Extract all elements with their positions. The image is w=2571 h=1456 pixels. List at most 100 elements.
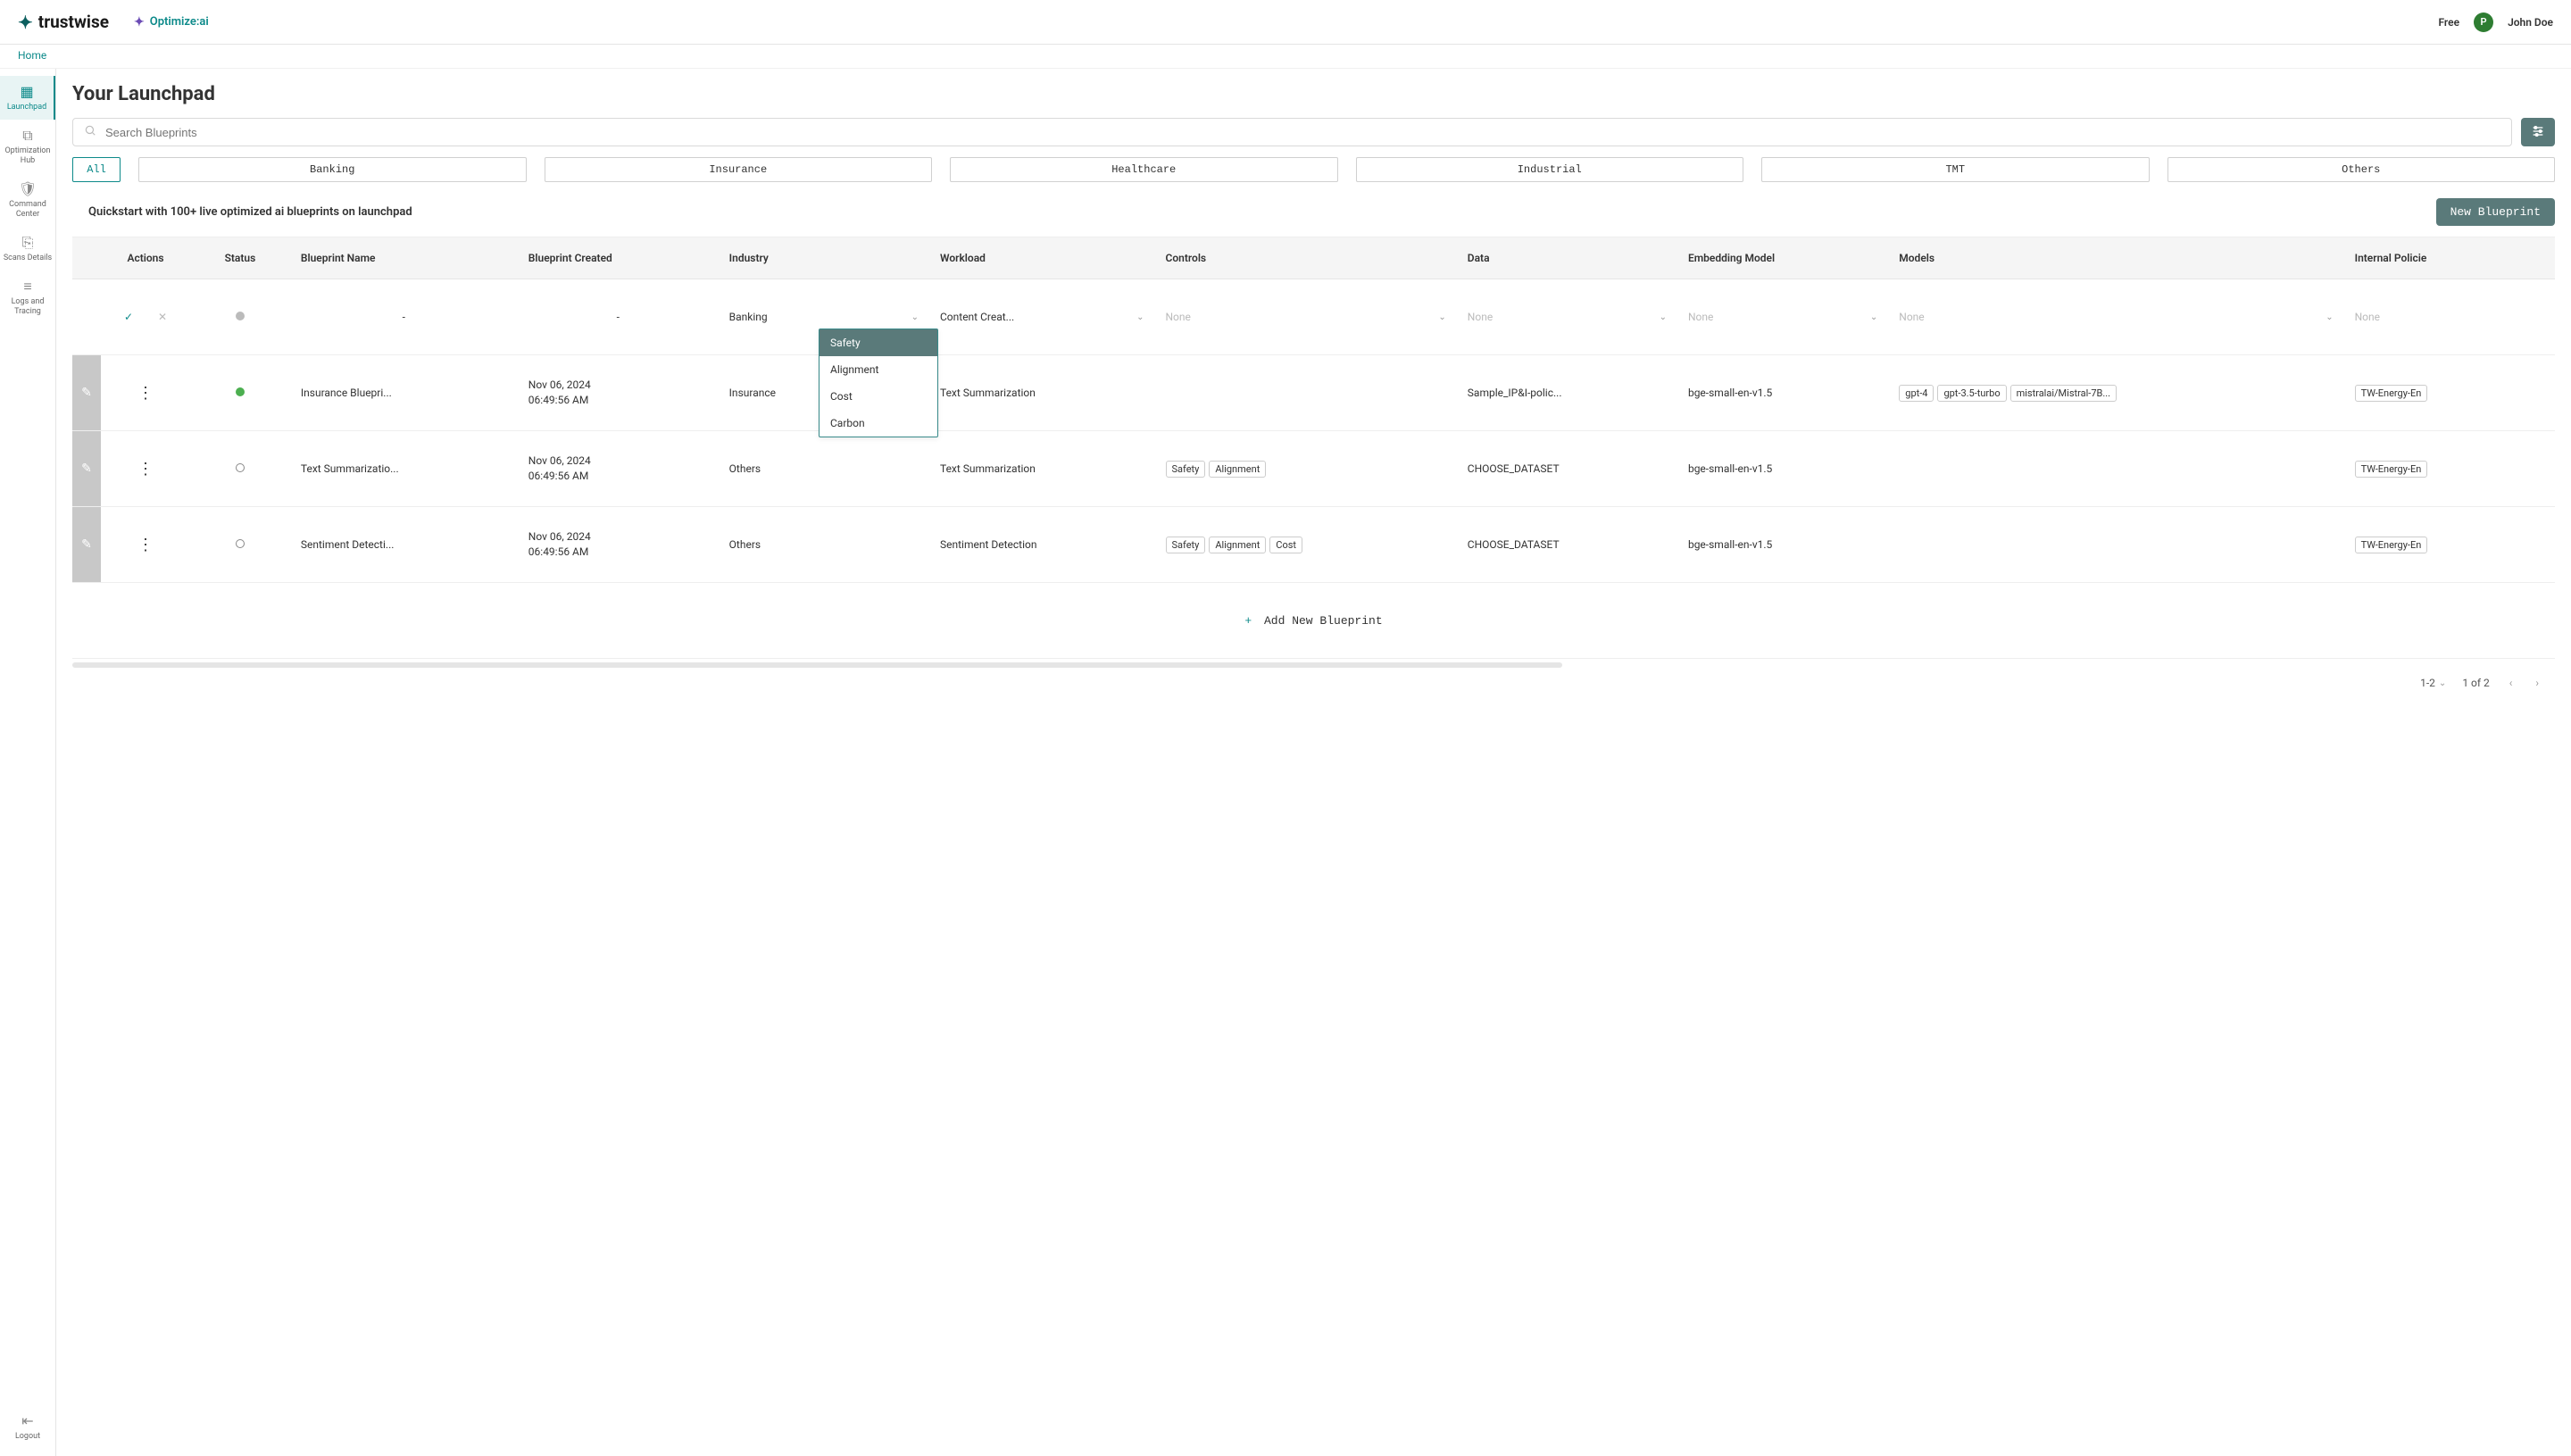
edit-icon[interactable]: ✎ bbox=[81, 386, 92, 400]
cell-workload: Text Summarization bbox=[929, 431, 1155, 507]
chevron-down-icon: ⌄ bbox=[1870, 312, 1877, 322]
breadcrumb-home[interactable]: Home bbox=[18, 49, 46, 62]
workload-select[interactable]: Content Creat... ⌄ bbox=[940, 311, 1144, 323]
category-tab-industrial[interactable]: Industrial bbox=[1356, 157, 1744, 182]
search-icon bbox=[84, 124, 96, 140]
cell-workload: Text Summarization bbox=[929, 355, 1155, 431]
cell-embedding: bge-small-en-v1.5 bbox=[1677, 507, 1888, 583]
row-menu-icon[interactable]: ⋮ bbox=[137, 460, 154, 478]
cell-data: CHOOSE_DATASET bbox=[1457, 431, 1677, 507]
page-info: 1 of 2 bbox=[2462, 677, 2489, 689]
control-tag: Cost bbox=[1269, 537, 1302, 553]
cell-policies: TW-Energy-En bbox=[2344, 507, 2555, 583]
table-row: ✎ ⋮ Insurance Bluepri... Nov 06, 2024 06… bbox=[72, 355, 2555, 431]
logout-icon: ⇤ bbox=[21, 1412, 33, 1429]
data-select[interactable]: None ⌄ bbox=[1468, 311, 1667, 323]
user-name: John Doe bbox=[2508, 16, 2553, 29]
edit-icon[interactable]: ✎ bbox=[81, 537, 92, 552]
dropdown-item-cost[interactable]: Cost bbox=[820, 383, 937, 410]
cell-policies: TW-Energy-En bbox=[2344, 431, 2555, 507]
status-dot bbox=[236, 387, 245, 396]
models-placeholder: None bbox=[1899, 311, 1924, 323]
prev-page-icon[interactable]: ‹ bbox=[2506, 677, 2517, 689]
avatar[interactable]: P bbox=[2474, 12, 2493, 32]
grid-icon: ▦ bbox=[20, 83, 33, 100]
category-tab-healthcare[interactable]: Healthcare bbox=[950, 157, 1338, 182]
main-content: Your Launchpad All Banking Insurance Hea… bbox=[56, 69, 2571, 1456]
embedding-placeholder: None bbox=[1688, 311, 1713, 323]
models-select[interactable]: None ⌄ bbox=[1899, 311, 2333, 323]
cell-created: Nov 06, 2024 06:49:56 AM bbox=[518, 507, 719, 583]
sidebar-hub-label: Optimization Hub bbox=[2, 146, 54, 166]
row-menu-icon[interactable]: ⋮ bbox=[137, 536, 154, 554]
controls-select[interactable]: None ⌄ bbox=[1166, 311, 1446, 323]
table-row: ✎ ⋮ Sentiment Detecti... Nov 06, 2024 06… bbox=[72, 507, 2555, 583]
sidebar-logs-label: Logs and Tracing bbox=[2, 297, 54, 317]
edit-icon[interactable]: ✎ bbox=[81, 462, 92, 476]
new-blueprint-button[interactable]: New Blueprint bbox=[2436, 198, 2555, 226]
dropdown-item-alignment[interactable]: Alignment bbox=[820, 356, 937, 383]
category-tab-banking[interactable]: Banking bbox=[138, 157, 527, 182]
control-tag: Alignment bbox=[1209, 461, 1266, 478]
col-actions: Actions bbox=[101, 237, 190, 279]
cell-name: Sentiment Detecti... bbox=[290, 507, 518, 583]
optimize-link[interactable]: ✦ Optimize:ai bbox=[134, 15, 209, 29]
industry-select[interactable]: Banking ⌄ bbox=[729, 311, 919, 323]
col-models: Models bbox=[1888, 237, 2343, 279]
new-created-cell: - bbox=[518, 279, 719, 355]
cancel-icon[interactable]: ✕ bbox=[158, 311, 167, 323]
quickstart-text: Quickstart with 100+ live optimized ai b… bbox=[72, 205, 412, 219]
sidebar-launchpad-label: Launchpad bbox=[7, 103, 46, 112]
brand-logo[interactable]: ✦ trustwise bbox=[18, 12, 109, 33]
control-tag: Safety bbox=[1166, 537, 1206, 553]
sidebar-item-logs[interactable]: ≡ Logs and Tracing bbox=[0, 270, 55, 324]
chevron-down-icon: ⌄ bbox=[911, 312, 919, 322]
embedding-select[interactable]: None ⌄ bbox=[1688, 311, 1877, 323]
category-tabs: All Banking Insurance Healthcare Industr… bbox=[72, 157, 2555, 182]
category-tab-insurance[interactable]: Insurance bbox=[545, 157, 933, 182]
workload-value: Content Creat... bbox=[940, 311, 1014, 323]
table-scroll[interactable]: Actions Status Blueprint Name Blueprint … bbox=[72, 237, 2555, 659]
blueprints-table: Actions Status Blueprint Name Blueprint … bbox=[72, 237, 2555, 659]
cell-embedding: bge-small-en-v1.5 bbox=[1677, 355, 1888, 431]
cell-name: Text Summarizatio... bbox=[290, 431, 518, 507]
cell-embedding: bge-small-en-v1.5 bbox=[1677, 431, 1888, 507]
col-policies: Internal Policie bbox=[2344, 237, 2555, 279]
confirm-icon[interactable]: ✓ bbox=[124, 311, 133, 323]
table-wrap: Actions Status Blueprint Name Blueprint … bbox=[72, 237, 2555, 689]
sidebar-logout-label: Logout bbox=[15, 1432, 40, 1442]
cell-models bbox=[1888, 507, 2343, 583]
col-embedding: Embedding Model bbox=[1677, 237, 1888, 279]
brand-icon: ✦ bbox=[18, 12, 33, 33]
filter-button[interactable] bbox=[2521, 118, 2555, 146]
sidebar-item-launchpad[interactable]: ▦ Launchpad bbox=[0, 76, 55, 120]
category-tab-others[interactable]: Others bbox=[2167, 157, 2556, 182]
cell-data: CHOOSE_DATASET bbox=[1457, 507, 1677, 583]
dropdown-item-carbon[interactable]: Carbon bbox=[820, 410, 937, 437]
sidebar-item-optimization-hub[interactable]: ⧉ Optimization Hub bbox=[0, 120, 55, 173]
status-dot bbox=[236, 312, 245, 320]
dropdown-item-safety[interactable]: Safety bbox=[820, 329, 937, 356]
cell-controls: Safety Alignment bbox=[1155, 431, 1457, 507]
col-controls: Controls bbox=[1155, 237, 1457, 279]
search-input[interactable] bbox=[96, 126, 2500, 139]
row-menu-icon[interactable]: ⋮ bbox=[137, 384, 154, 403]
cell-created: Nov 06, 2024 06:49:56 AM bbox=[518, 431, 719, 507]
control-tag: Safety bbox=[1166, 461, 1206, 478]
sidebar-item-scans[interactable]: ⎘ Scans Details bbox=[0, 227, 55, 270]
chip-icon: ⧉ bbox=[22, 127, 32, 144]
scan-icon: ⎘ bbox=[22, 234, 34, 251]
sidebar-scans-label: Scans Details bbox=[4, 254, 52, 263]
sidebar-item-command-center[interactable]: 🛡 Command Center bbox=[0, 173, 55, 227]
control-tag: Alignment bbox=[1209, 537, 1266, 553]
add-blueprint-row[interactable]: + Add New Blueprint bbox=[72, 583, 2555, 659]
category-tab-tmt[interactable]: TMT bbox=[1761, 157, 2150, 182]
model-tag: gpt-3.5-turbo bbox=[1937, 385, 2006, 402]
page-range-select[interactable]: 1-2 ⌄ bbox=[2420, 677, 2446, 689]
status-dot bbox=[236, 463, 245, 472]
next-page-icon[interactable]: › bbox=[2532, 677, 2542, 689]
col-status: Status bbox=[190, 237, 290, 279]
sidebar-item-logout[interactable]: ⇤ Logout bbox=[0, 1405, 55, 1449]
category-tab-all[interactable]: All bbox=[72, 157, 121, 182]
model-tag: gpt-4 bbox=[1899, 385, 1934, 402]
